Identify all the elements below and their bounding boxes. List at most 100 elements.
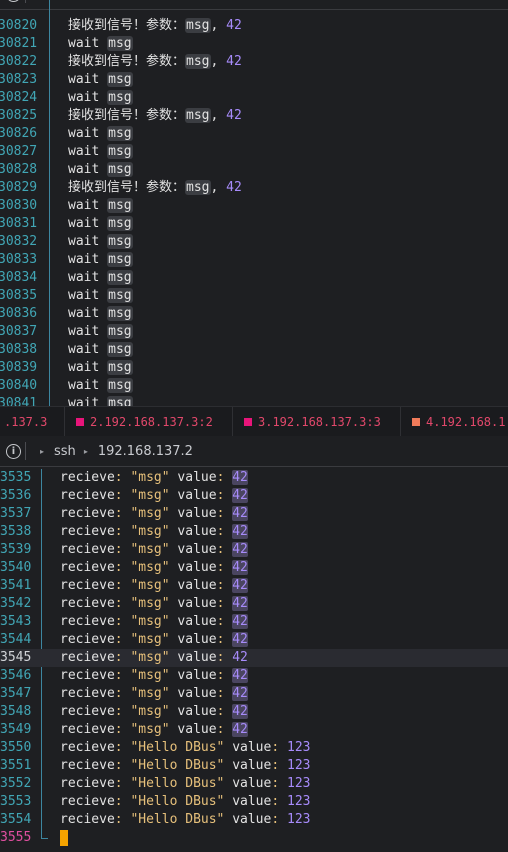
key-text: recieve bbox=[60, 524, 115, 539]
colon: : bbox=[114, 470, 123, 485]
key-text: recieve bbox=[60, 614, 115, 629]
line-number: 30820 bbox=[0, 18, 38, 33]
key-text: value bbox=[232, 758, 272, 773]
string-value: "msg" bbox=[130, 560, 170, 575]
terminal-output[interactable]: 30820 接收到信号！参数：msg, 42 30821 wait msg 30822 接… bbox=[0, 17, 508, 406]
numeric-value: 42 bbox=[232, 560, 248, 575]
colon: : bbox=[216, 542, 225, 557]
session-tab[interactable]: 4.192.168.1 bbox=[412, 407, 505, 437]
info-icon[interactable]: i bbox=[6, 0, 21, 2]
breadcrumb-item-port[interactable]: com4 bbox=[111, 0, 147, 2]
line-text: wait bbox=[68, 342, 100, 357]
divider bbox=[25, 442, 26, 460]
line-number: 3551 bbox=[0, 758, 32, 773]
key-text: value bbox=[177, 542, 217, 557]
colon: : bbox=[216, 668, 225, 683]
highlighted-token: msg bbox=[107, 72, 133, 87]
line-content: recieve: "Hello DBus" value: 123 bbox=[60, 739, 310, 757]
line-number: 3550 bbox=[0, 740, 32, 755]
highlighted-token: msg bbox=[107, 252, 133, 267]
line-number: 30837 bbox=[0, 324, 38, 339]
line-number: 3553 bbox=[0, 794, 32, 809]
key-text: recieve bbox=[60, 632, 115, 647]
line-number: 30829 bbox=[0, 180, 38, 195]
highlighted-token: msg bbox=[185, 54, 211, 69]
line-number: 3535 bbox=[0, 470, 32, 485]
highlighted-token: msg bbox=[185, 18, 211, 33]
session-tab[interactable]: 3.192.168.137.3:3 bbox=[244, 407, 381, 437]
serial-terminal-pane[interactable]: i ▸ serial ▸ com4 30820接收到信号！参数：msg, 423… bbox=[0, 0, 508, 406]
line-number: 30841 bbox=[0, 396, 38, 406]
key-text: recieve bbox=[60, 794, 115, 809]
line-content: recieve: "Hello DBus" value: 123 bbox=[60, 793, 310, 811]
key-text: recieve bbox=[60, 722, 115, 737]
numeric-value: 123 bbox=[287, 776, 311, 791]
numeric-value: 42 bbox=[232, 650, 248, 665]
highlighted-token: msg bbox=[107, 360, 133, 375]
key-text: value bbox=[177, 668, 217, 683]
log-line: 3553 recieve: "Hello DBus" value: 123 bbox=[0, 793, 508, 811]
colon: : bbox=[114, 722, 123, 737]
terminal-cursor[interactable] bbox=[60, 830, 68, 846]
colon: : bbox=[216, 470, 225, 485]
colon: : bbox=[114, 506, 123, 521]
string-value: "msg" bbox=[130, 650, 170, 665]
log-line: 3541 recieve: "msg" value: 42 bbox=[0, 577, 508, 595]
highlighted-token: msg bbox=[107, 126, 133, 141]
session-tab[interactable]: .137.3 bbox=[4, 407, 47, 437]
string-value: "msg" bbox=[130, 488, 170, 503]
highlighted-token: msg bbox=[107, 378, 133, 393]
line-content: recieve: "msg" value: 42 bbox=[60, 595, 248, 613]
ssh-terminal-pane[interactable]: i ▸ ssh ▸ 192.168.137.2 3535 recieve: "ms… bbox=[0, 436, 508, 852]
colon: : bbox=[114, 794, 123, 809]
line-text: wait bbox=[68, 234, 100, 249]
tab-divider bbox=[64, 407, 65, 437]
colon: : bbox=[216, 722, 225, 737]
log-line: 3550 recieve: "Hello DBus" value: 123 bbox=[0, 739, 508, 757]
string-value: "msg" bbox=[130, 578, 170, 593]
line-content: wait msg bbox=[68, 71, 133, 89]
chevron-right-icon: ▸ bbox=[83, 446, 88, 456]
line-number: 30833 bbox=[0, 252, 38, 267]
line-text: wait bbox=[68, 36, 100, 51]
line-text: wait bbox=[68, 324, 100, 339]
breadcrumb-item-host[interactable]: 192.168.137.2 bbox=[98, 444, 193, 459]
colon: : bbox=[216, 686, 225, 701]
line-content: recieve: "msg" value: 42 bbox=[60, 487, 248, 505]
log-line: 30839 wait msg bbox=[0, 359, 508, 377]
separator: , bbox=[210, 54, 219, 69]
log-line: 30838 wait msg bbox=[0, 341, 508, 359]
log-line: 30833 wait msg bbox=[0, 251, 508, 269]
colon: : bbox=[271, 776, 280, 791]
string-value: "Hello DBus" bbox=[130, 812, 225, 827]
log-line: 3547 recieve: "msg" value: 42 bbox=[0, 685, 508, 703]
line-content: wait msg bbox=[68, 395, 133, 406]
separator: , bbox=[210, 180, 219, 195]
line-content: recieve: "Hello DBus" value: 123 bbox=[60, 811, 310, 829]
highlighted-token: msg bbox=[107, 306, 133, 321]
key-text: value bbox=[177, 650, 217, 665]
line-text: wait bbox=[68, 396, 100, 406]
numeric-value: 42 bbox=[226, 180, 242, 195]
key-text: value bbox=[177, 614, 217, 629]
prompt-line[interactable]: 3555 bbox=[0, 829, 508, 847]
tab-divider bbox=[232, 407, 233, 437]
breadcrumb-item-serial[interactable]: serial bbox=[54, 0, 89, 2]
string-value: "Hello DBus" bbox=[130, 758, 225, 773]
line-number: 3552 bbox=[0, 776, 32, 791]
key-text: recieve bbox=[60, 488, 115, 503]
line-text: wait bbox=[68, 378, 100, 393]
breadcrumb-item-ssh[interactable]: ssh bbox=[54, 444, 76, 459]
line-number: 30830 bbox=[0, 198, 38, 213]
colon: : bbox=[114, 596, 123, 611]
terminal-output[interactable]: 3535 recieve: "msg" value: 42 3536 recieve:… bbox=[0, 469, 508, 847]
numeric-value: 42 bbox=[232, 686, 248, 701]
colon: : bbox=[271, 758, 280, 773]
key-text: value bbox=[177, 704, 217, 719]
session-tab[interactable]: 2.192.168.137.3:2 bbox=[76, 407, 213, 437]
key-text: value bbox=[177, 686, 217, 701]
log-line: 30834 wait msg bbox=[0, 269, 508, 287]
info-icon[interactable]: i bbox=[6, 443, 21, 459]
divider bbox=[25, 0, 26, 3]
colon: : bbox=[271, 794, 280, 809]
